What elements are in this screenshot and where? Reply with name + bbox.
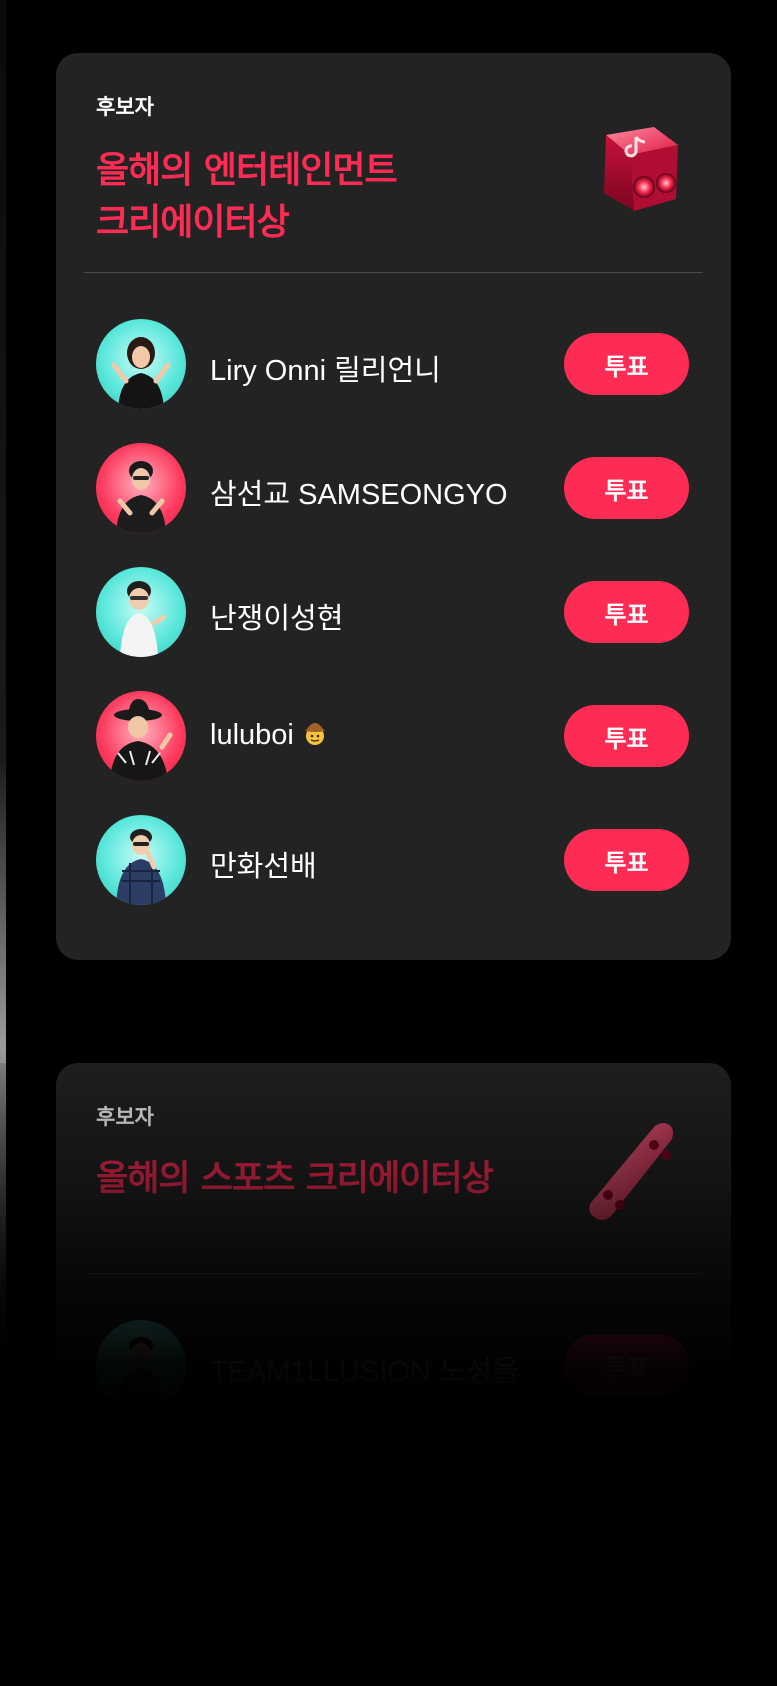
vote-button[interactable]: 투표 [564,581,689,643]
nominee-list: Liry Onni 릴리언니 투표 삼선교 SAMSEONGYO 투표 난쟁이성… [56,315,731,935]
tiktok-cube-icon [576,123,686,223]
nominee-row: 삼선교 SAMSEONGYO 투표 [56,439,731,563]
nominee-name: 삼선교 SAMSEONGYO [210,479,508,511]
left-edge-strip [0,0,6,1686]
vote-button[interactable]: 투표 [564,333,689,395]
award-card-entertainment: 후보자 올해의 엔터테인먼트 크리에이터상 Liry Onni 릴리언니 투표 … [56,53,731,960]
award-title-line-1: 올해의 엔터테인먼트 [96,150,398,191]
nominee-row: 난쟁이성현 투표 [56,563,731,687]
nominee-name: 만화선배 [210,851,317,883]
nominee-avatar [96,319,186,409]
header-divider [84,1273,703,1274]
nominee-avatar [96,567,186,657]
nominee-list: TEAM1LLUSION 노성율 투표 [56,1316,731,1440]
nominee-row: luluboi 투표 [56,687,731,811]
vote-button[interactable]: 투표 [564,1334,689,1396]
nominees-eyebrow: 후보자 [96,95,154,119]
header-divider [84,272,703,273]
nominee-avatar [96,815,186,905]
nominee-name: 난쟁이성현 [210,603,344,635]
nominee-avatar [96,443,186,533]
nominees-eyebrow: 후보자 [96,1105,154,1129]
vote-button[interactable]: 투표 [564,705,689,767]
nominee-avatar [96,691,186,781]
award-card-header: 후보자 올해의 엔터테인먼트 크리에이터상 [56,53,731,273]
nominee-name-text: luluboi [210,719,294,751]
nominee-row: Liry Onni 릴리언니 투표 [56,315,731,439]
skateboard-icon [576,1115,686,1220]
nominee-name: luluboi [210,719,328,752]
nominee-row: 만화선배 투표 [56,811,731,935]
nominee-avatar [96,1320,186,1410]
cowboy-face-emoji-icon [302,721,328,747]
nominee-row: TEAM1LLUSION 노성율 투표 [56,1316,731,1440]
award-title-line-2: 크리에이터상 [96,202,290,243]
award-title: 올해의 스포츠 크리에이터상 [96,1159,494,1199]
nominee-name: Liry Onni 릴리언니 [210,355,441,387]
award-title: 올해의 엔터테인먼트 크리에이터상 [96,145,526,249]
nominee-name: TEAM1LLUSION 노성율 [210,1356,519,1388]
vote-button[interactable]: 투표 [564,829,689,891]
award-card-header: 후보자 올해의 스포츠 크리에이터상 [56,1063,731,1283]
vote-button[interactable]: 투표 [564,457,689,519]
award-card-sports: 후보자 올해의 스포츠 크리에이터상 TEAM1LLUSION 노성율 투표 [56,1063,731,1443]
